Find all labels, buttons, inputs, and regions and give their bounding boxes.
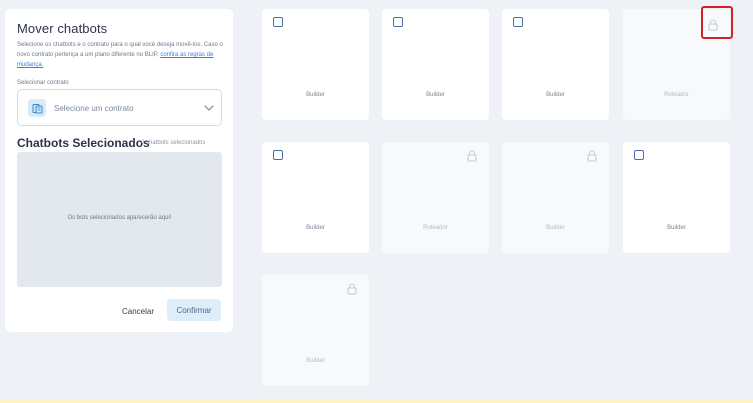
contract-select[interactable]: Selecione um contrato <box>17 89 222 126</box>
confirm-button[interactable]: Confirmar <box>167 299 221 321</box>
card-label: Builder <box>306 358 325 364</box>
card-label: Builder <box>546 225 565 231</box>
panel-description: Selecione os chatbots e o contrato para … <box>17 40 225 70</box>
card-checkbox[interactable] <box>513 17 523 27</box>
chatbot-card-locked: Roteador <box>382 142 489 253</box>
highlight-annotation <box>701 6 733 39</box>
chatbot-card-locked: Builder <box>262 275 369 386</box>
lock-icon <box>587 150 597 162</box>
move-chatbots-panel: Mover chatbots Selecione os chatbots e o… <box>5 9 233 332</box>
card-label: Builder <box>546 92 565 98</box>
lock-icon <box>467 150 477 162</box>
selected-chatbots-title: Chatbots Selecionados <box>17 136 150 150</box>
card-label: Builder <box>306 92 325 98</box>
card-label: Builder <box>426 92 445 98</box>
card-checkbox[interactable] <box>393 17 403 27</box>
card-label: Roteador <box>664 92 689 98</box>
chevron-down-icon <box>204 105 214 111</box>
contract-placeholder: Selecione um contrato <box>54 104 134 113</box>
card-checkbox[interactable] <box>634 150 644 160</box>
card-checkbox[interactable] <box>273 150 283 160</box>
card-label: Roteador <box>423 225 448 231</box>
contract-label: Selecionar contrato <box>17 80 69 86</box>
chatbot-card[interactable]: Builder <box>382 9 489 120</box>
selected-chatbots-area: Os bots selecionados aparecerão aqui! <box>17 152 222 287</box>
chatbot-card[interactable]: Builder <box>262 142 369 253</box>
selected-chatbots-count: 0 chatbots selecionados <box>141 140 206 146</box>
chatbot-card[interactable]: Builder <box>262 9 369 120</box>
lock-icon <box>347 283 357 295</box>
panel-title: Mover chatbots <box>17 21 108 36</box>
chatbot-card[interactable]: Builder <box>502 9 609 120</box>
cancel-button[interactable]: Cancelar <box>116 300 160 322</box>
selected-empty-message: Os bots selecionados aparecerão aqui! <box>67 215 172 221</box>
card-label: Builder <box>306 225 325 231</box>
contract-icon <box>28 99 46 117</box>
chatbot-card[interactable]: Builder <box>623 142 730 253</box>
card-checkbox[interactable] <box>273 17 283 27</box>
chatbot-card-locked: Builder <box>502 142 609 253</box>
card-label: Builder <box>667 225 686 231</box>
